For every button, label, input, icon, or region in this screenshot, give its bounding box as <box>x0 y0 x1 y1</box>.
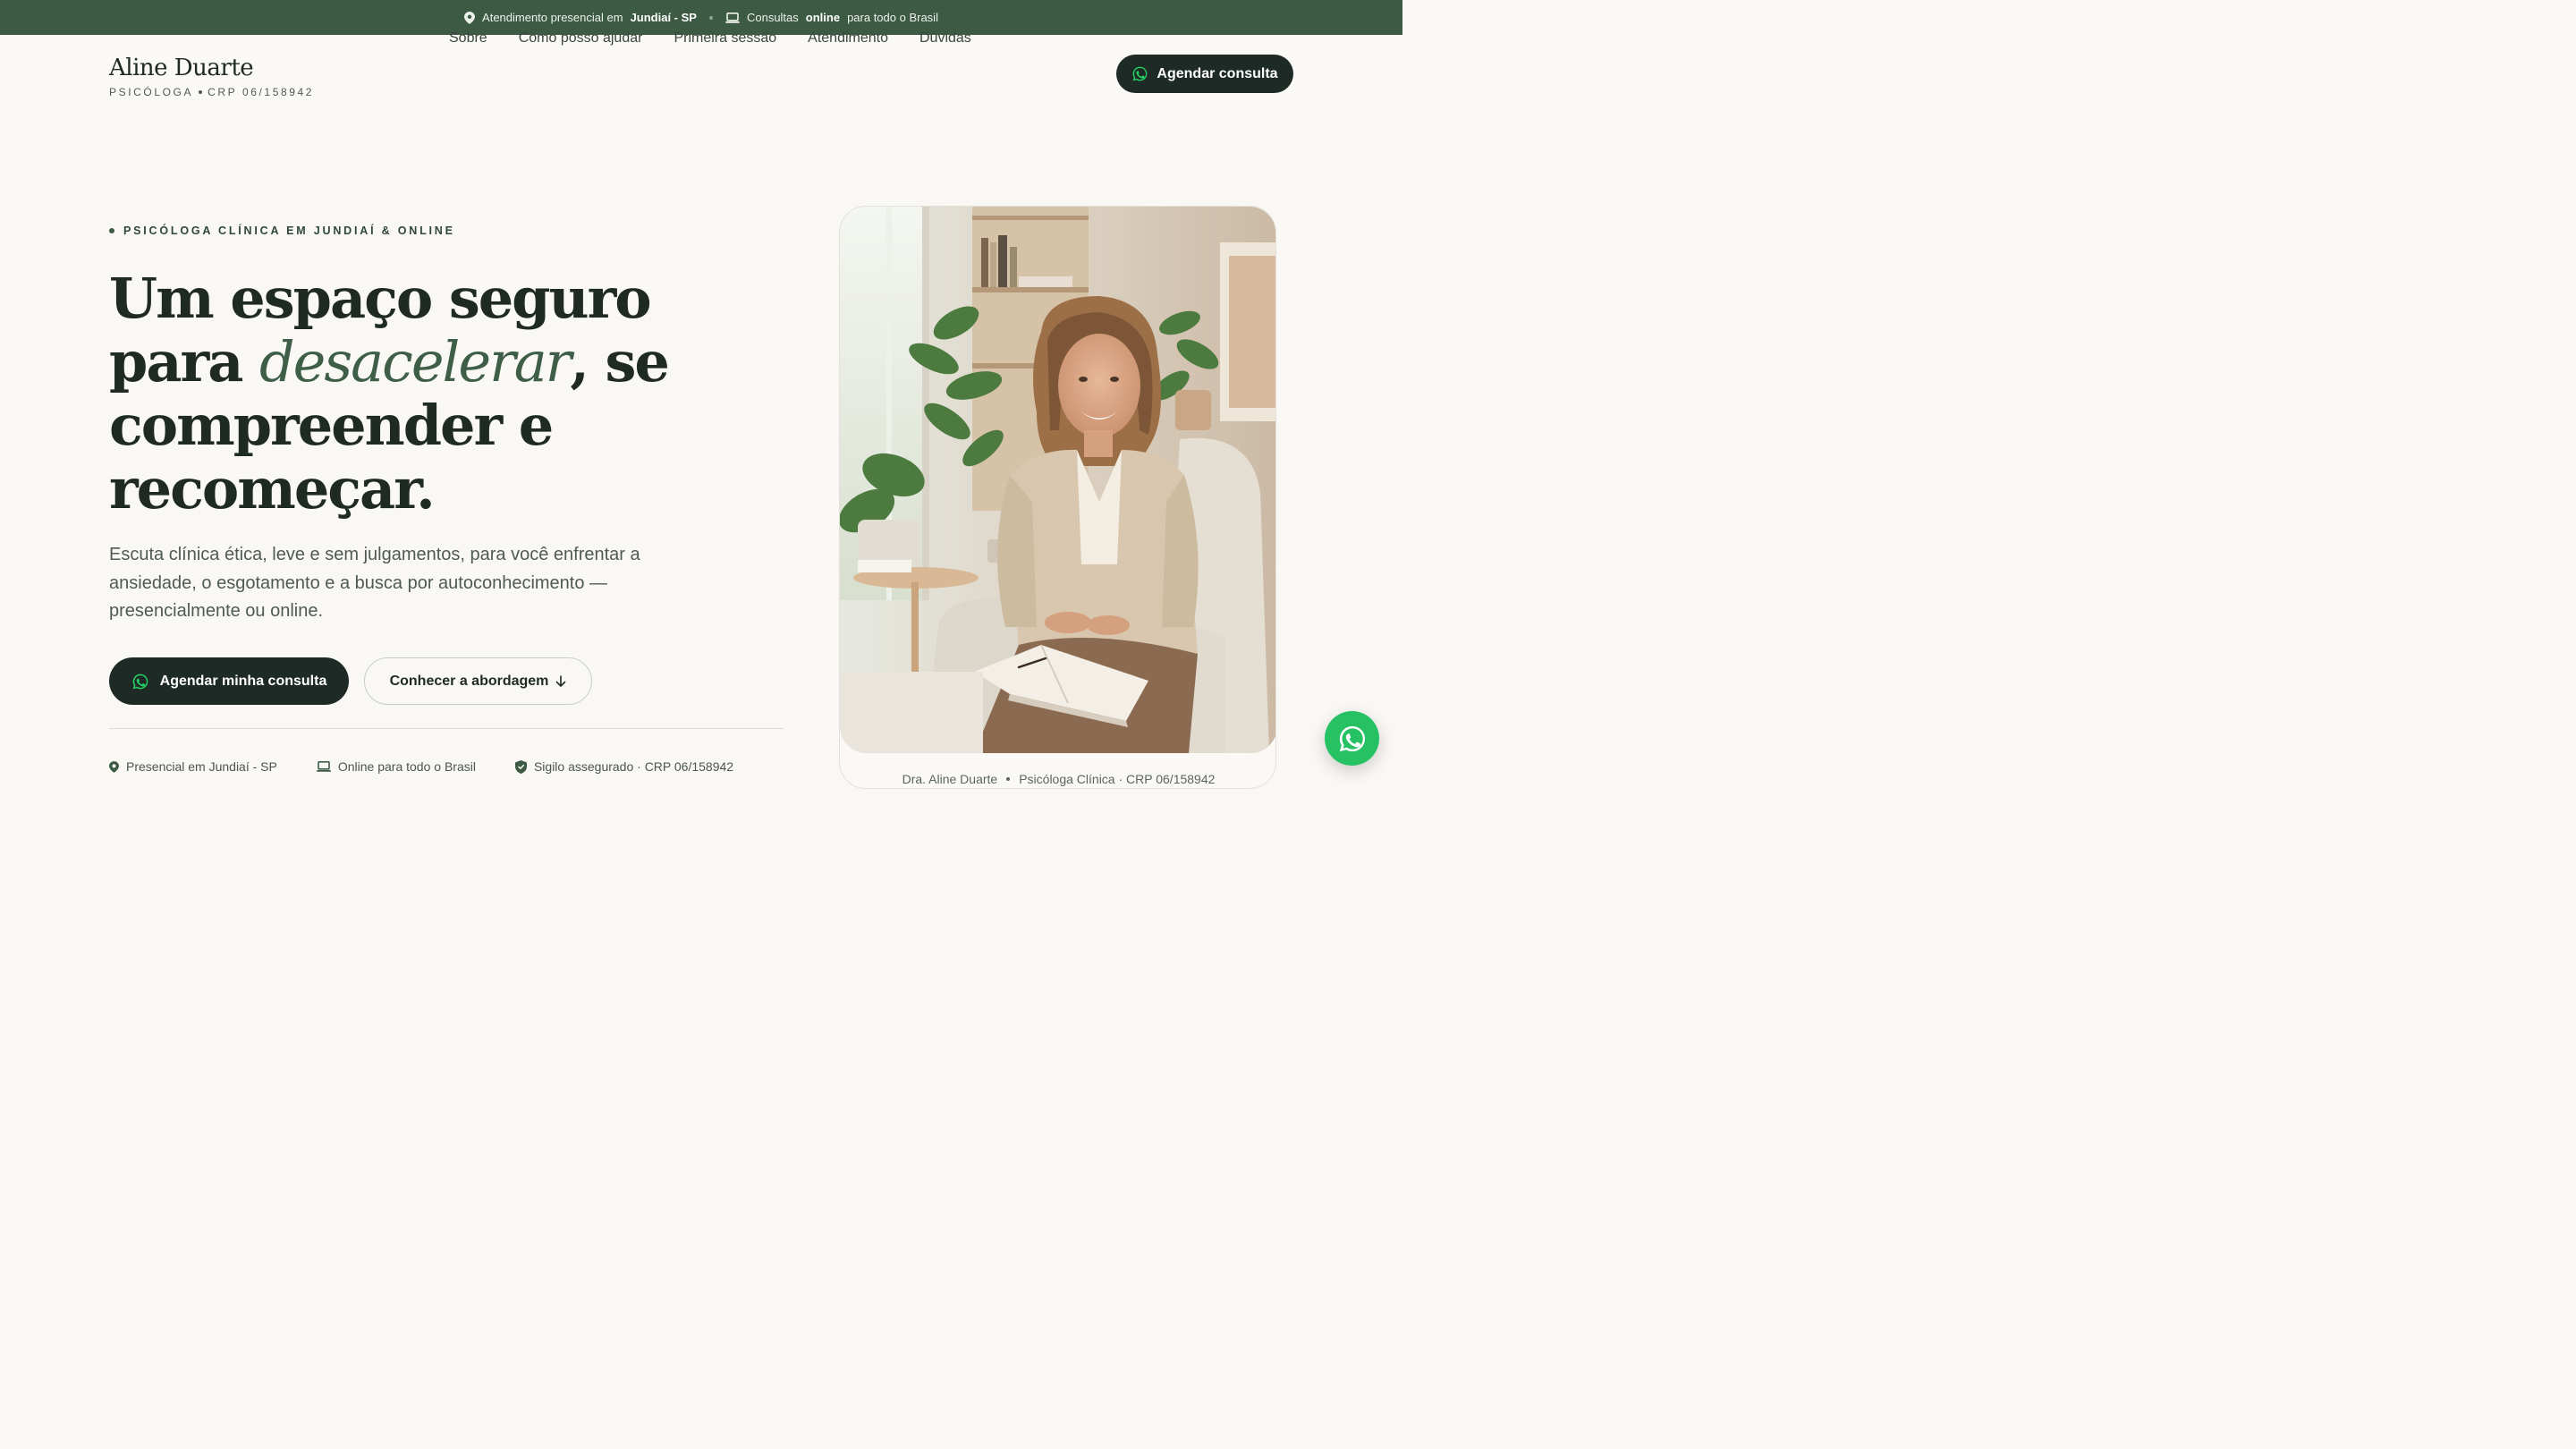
eyebrow-text: PSICÓLOGA CLÍNICA EM JUNDIAÍ & ONLINE <box>123 225 455 237</box>
nav-item-primeira-sessao[interactable]: Primeira sessão <box>674 30 776 47</box>
caption-role: Psicóloga Clínica · CRP 06/158942 <box>1019 772 1216 786</box>
nav-item-sobre[interactable]: Sobre <box>449 30 487 47</box>
hero-divider <box>109 728 784 729</box>
learn-approach-button[interactable]: Conhecer a abordagem <box>364 657 592 705</box>
feature-sigilo: Sigilo assegurado · CRP 06/158942 <box>514 759 734 774</box>
pin-icon <box>464 11 476 24</box>
feature-presencial-label: Presencial em Jundiaí - SP <box>126 759 277 774</box>
profile-photo <box>840 207 1275 753</box>
whatsapp-floating-button[interactable] <box>1325 711 1379 766</box>
brand-name: Aline Duarte <box>109 55 254 81</box>
header-schedule-label: Agendar consulta <box>1157 65 1278 81</box>
online-prefix: Consultas <box>746 11 799 24</box>
hero-headline: Um espaço seguro para desacelerar, se co… <box>109 267 753 521</box>
nav-item-duvidas[interactable]: Dúvidas <box>919 30 971 47</box>
brand-dot <box>199 90 203 94</box>
topbar-separator <box>708 15 713 20</box>
hero-lead: Escuta clínica ética, leve e sem julgame… <box>109 545 640 621</box>
brand-title: PSICÓLOGA <box>109 86 194 98</box>
feature-sigilo-label: Sigilo assegurado · CRP 06/158942 <box>533 759 734 774</box>
header-schedule-button[interactable]: Agendar consulta <box>1116 55 1293 93</box>
laptop-icon <box>724 12 740 23</box>
caption-name: Dra. Aline Duarte <box>902 772 998 786</box>
nav-item-atendimento[interactable]: Atendimento <box>808 30 888 47</box>
shield-icon <box>514 759 527 774</box>
brand-logo[interactable]: Aline Duarte PSICÓLOGA CRP 06/158942 <box>109 55 314 98</box>
main-nav: Sobre Como posso ajudar Primeira sessão … <box>449 30 971 47</box>
brand-crp: CRP 06/158942 <box>208 86 315 98</box>
feature-presencial: Presencial em Jundiaí - SP <box>109 759 277 774</box>
brand-subtitle: PSICÓLOGA CRP 06/158942 <box>109 86 314 98</box>
schedule-consultation-label: Agendar minha consulta <box>159 673 327 689</box>
feature-online-label: Online para todo o Brasil <box>337 759 476 774</box>
laptop-icon <box>316 761 331 772</box>
whatsapp-icon <box>1339 725 1365 751</box>
whatsapp-icon <box>1133 66 1148 81</box>
online-bold: online <box>805 11 841 24</box>
photo-caption: Dra. Aline Duarte Psicóloga Clínica · CR… <box>840 772 1275 786</box>
eyebrow-dot <box>109 228 114 233</box>
arrow-down-icon <box>556 674 566 687</box>
headline-emphasis: desacelerar <box>258 329 572 394</box>
schedule-consultation-button[interactable]: Agendar minha consulta <box>109 657 349 705</box>
nav-item-como-posso-ajudar[interactable]: Como posso ajudar <box>519 30 643 47</box>
pin-icon <box>109 760 119 773</box>
caption-dot <box>1006 777 1011 781</box>
location-city: Jundiaí - SP <box>630 11 697 24</box>
online-info: Consultas online para todo o Brasil <box>724 11 938 24</box>
location-prefix: Atendimento presencial em <box>482 11 623 24</box>
feature-online: Online para todo o Brasil <box>316 759 476 774</box>
whatsapp-icon <box>132 674 148 689</box>
hero-features: Presencial em Jundiaí - SP Online para t… <box>109 759 733 774</box>
online-suffix: para todo o Brasil <box>847 11 938 24</box>
profile-photo-card: Dra. Aline Duarte Psicóloga Clínica · CR… <box>839 206 1276 789</box>
hero-eyebrow: PSICÓLOGA CLÍNICA EM JUNDIAÍ & ONLINE <box>109 225 455 237</box>
location-info: Atendimento presencial em Jundiaí - SP <box>464 11 697 24</box>
learn-approach-label: Conhecer a abordagem <box>389 673 549 689</box>
